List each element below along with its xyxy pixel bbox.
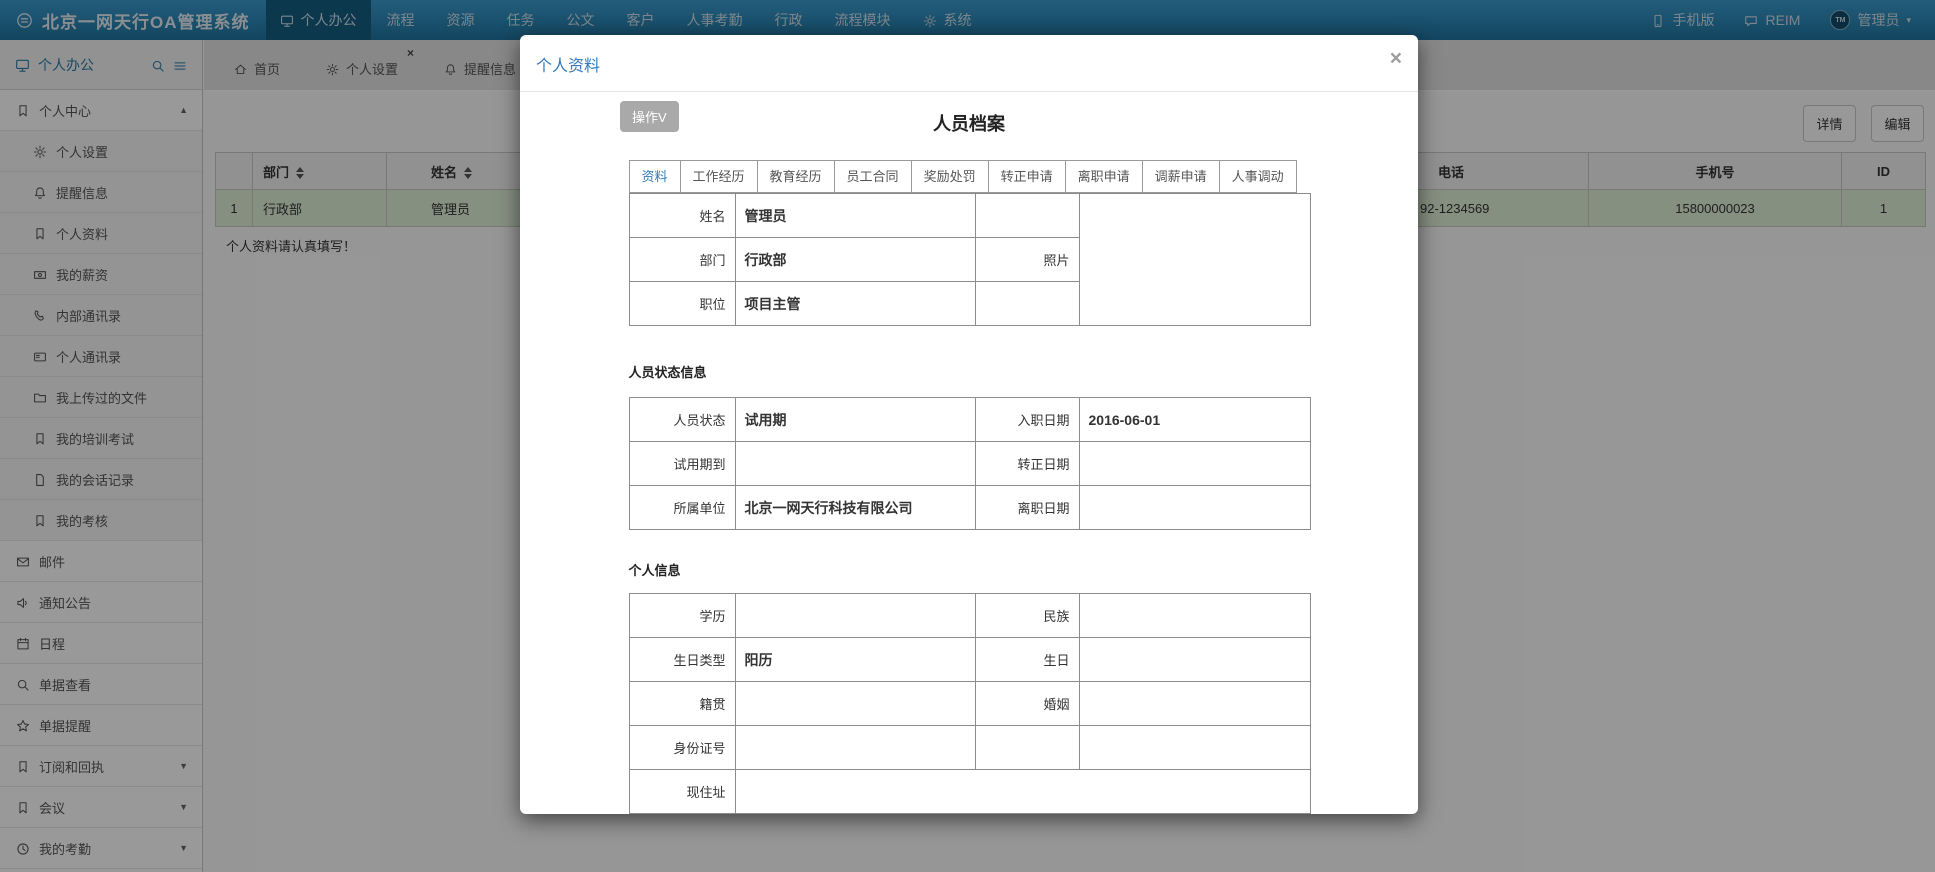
modal-body: 操作V 人员档案 资料工作经历教育经历员工合同奖励处罚转正申请离职申请调薪申请人… bbox=[520, 92, 1418, 814]
field-label bbox=[975, 726, 1079, 770]
field-label: 离职日期 bbox=[975, 486, 1079, 530]
archive-tab-rewards-punishments[interactable]: 奖励处罚 bbox=[911, 160, 988, 193]
section-table: 人员状态试用期入职日期2016-06-01 试用期到 转正日期所属单位北京一网天行科… bbox=[629, 397, 1311, 530]
field-label: 所属单位 bbox=[629, 486, 735, 530]
field-value bbox=[735, 770, 1310, 814]
field-value bbox=[735, 814, 1310, 815]
field-value bbox=[1079, 682, 1310, 726]
field-label: 试用期到 bbox=[629, 442, 735, 486]
basic-info-table: 姓名 管理员 部门 行政部 照片 职位 项目主管 bbox=[629, 193, 1311, 326]
field-value bbox=[1079, 486, 1310, 530]
field-label: 现住址 bbox=[629, 770, 735, 814]
field-value: 北京一网天行科技有限公司 bbox=[735, 486, 975, 530]
archive-tab-regularization-application[interactable]: 转正申请 bbox=[988, 160, 1065, 193]
archive-tab-resignation-application[interactable]: 离职申请 bbox=[1065, 160, 1142, 193]
position-value: 项目主管 bbox=[735, 282, 975, 326]
field-value bbox=[735, 594, 975, 638]
field-value bbox=[1079, 726, 1310, 770]
section-title: 人员状态信息 bbox=[629, 362, 1310, 381]
empty-cell bbox=[975, 194, 1079, 238]
field-label: 身份证号 bbox=[629, 726, 735, 770]
archive-form: 资料工作经历教育经历员工合同奖励处罚转正申请离职申请调薪申请人事调动 姓名 管理… bbox=[629, 160, 1310, 814]
archive-tab-salary-adjustment-application[interactable]: 调薪申请 bbox=[1142, 160, 1219, 193]
modal-title: 个人资料 bbox=[536, 58, 600, 75]
field-value: 试用期 bbox=[735, 398, 975, 442]
field-label: 生日类型 bbox=[629, 638, 735, 682]
field-value: 阳历 bbox=[735, 638, 975, 682]
position-label: 职位 bbox=[629, 282, 735, 326]
field-label: 家庭住址 bbox=[629, 814, 735, 815]
field-value bbox=[735, 726, 975, 770]
field-label: 生日 bbox=[975, 638, 1079, 682]
field-value: 2016-06-01 bbox=[1079, 398, 1310, 442]
field-value bbox=[1079, 442, 1310, 486]
section-table: 学历 民族生日类型阳历生日籍贯 婚姻身份证号现住址家庭住址 bbox=[629, 593, 1311, 814]
field-label: 转正日期 bbox=[975, 442, 1079, 486]
field-label: 婚姻 bbox=[975, 682, 1079, 726]
photo-cell bbox=[1079, 194, 1310, 326]
section-title: 个人信息 bbox=[629, 560, 1310, 579]
field-label: 民族 bbox=[975, 594, 1079, 638]
operation-button[interactable]: 操作V bbox=[620, 101, 679, 132]
field-label: 入职日期 bbox=[975, 398, 1079, 442]
photo-label: 照片 bbox=[975, 238, 1079, 282]
archive-tab-profile[interactable]: 资料 bbox=[629, 160, 680, 193]
field-value bbox=[735, 442, 975, 486]
archive-tab-work-experience[interactable]: 工作经历 bbox=[680, 160, 757, 193]
name-label: 姓名 bbox=[629, 194, 735, 238]
name-value: 管理员 bbox=[735, 194, 975, 238]
archive-tab-personnel-transfer[interactable]: 人事调动 bbox=[1219, 160, 1297, 193]
field-label: 学历 bbox=[629, 594, 735, 638]
archive-tab-education[interactable]: 教育经历 bbox=[757, 160, 834, 193]
field-label: 籍贯 bbox=[629, 682, 735, 726]
empty-cell bbox=[975, 282, 1079, 326]
personal-profile-modal: 个人资料 × 操作V 人员档案 资料工作经历教育经历员工合同奖励处罚转正申请离职… bbox=[520, 35, 1418, 814]
dept-value: 行政部 bbox=[735, 238, 975, 282]
dept-label: 部门 bbox=[629, 238, 735, 282]
close-icon[interactable]: × bbox=[1390, 48, 1402, 69]
modal-header: 个人资料 × bbox=[520, 35, 1418, 92]
archive-tab-employee-contract[interactable]: 员工合同 bbox=[834, 160, 911, 193]
field-value bbox=[1079, 594, 1310, 638]
field-value bbox=[735, 682, 975, 726]
field-label: 人员状态 bbox=[629, 398, 735, 442]
field-value bbox=[1079, 638, 1310, 682]
